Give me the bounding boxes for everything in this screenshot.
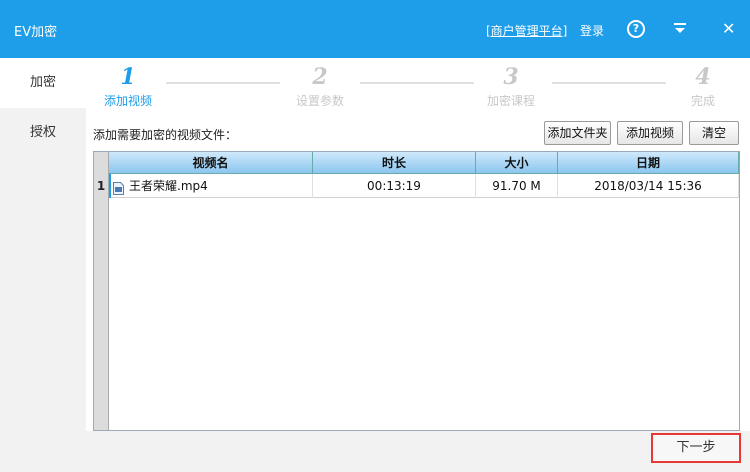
step-number: 3 (503, 64, 519, 90)
video-file-table[interactable]: 视频名 时长 大小 日期 1 王者荣耀.mp4 00:13:19 91.70 M… (93, 151, 740, 431)
step-3: 3 加密课程 (471, 64, 551, 109)
title-bar: EV加密 [商户管理平台] 登录 ? ✕ (0, 0, 750, 58)
clear-button[interactable]: 清空 (689, 121, 739, 145)
step-number: 4 (695, 64, 711, 90)
add-video-button[interactable]: 添加视频 (617, 121, 683, 145)
sidebar-tab-encrypt[interactable]: 加密 (0, 58, 86, 108)
login-link[interactable]: 登录 (580, 22, 604, 39)
close-icon[interactable]: ✕ (722, 19, 735, 38)
next-step-button[interactable]: 下一步 (651, 433, 741, 463)
step-number: 2 (312, 64, 328, 90)
dropdown-menu-icon[interactable] (674, 21, 686, 35)
step-connector (360, 82, 474, 84)
step-label: 完成 (690, 94, 715, 108)
row-number: 1 (94, 174, 109, 198)
step-number: 1 (120, 64, 136, 90)
table-header: 视频名 时长 大小 日期 (109, 152, 739, 174)
app-title: EV加密 (14, 25, 58, 40)
table-row[interactable]: 1 王者荣耀.mp4 00:13:19 91.70 M 2018/03/14 1… (94, 174, 739, 198)
merchant-platform-link[interactable]: [商户管理平台] (486, 22, 567, 39)
step-4: 4 完成 (663, 64, 743, 109)
column-header-date[interactable]: 日期 (558, 152, 739, 174)
step-progress: 1 添加视频 2 设置参数 3 加密课程 4 完成 (86, 58, 750, 116)
step-label: 加密课程 (486, 94, 535, 108)
step-1: 1 添加视频 (88, 64, 168, 109)
add-folder-button[interactable]: 添加文件夹 (544, 121, 611, 145)
step-2: 2 设置参数 (280, 64, 360, 109)
help-icon[interactable]: ? (627, 20, 645, 38)
sidebar: 加密 授权 (0, 58, 86, 472)
step-connector (552, 82, 666, 84)
cell-date: 2018/03/14 15:36 (558, 174, 739, 198)
cell-video-name[interactable]: 王者荣耀.mp4 (109, 174, 313, 198)
sidebar-tab-authorize[interactable]: 授权 (0, 108, 86, 158)
step-label: 设置参数 (295, 94, 344, 108)
step-connector (166, 82, 280, 84)
cell-duration: 00:13:19 (313, 174, 476, 198)
toolbar-label: 添加需要加密的视频文件： (93, 128, 238, 142)
column-header-duration[interactable]: 时长 (313, 152, 476, 174)
column-header-name[interactable]: 视频名 (109, 152, 313, 174)
column-header-size[interactable]: 大小 (476, 152, 558, 174)
video-file-icon (113, 179, 124, 195)
step-label: 添加视频 (103, 94, 152, 108)
cell-size: 91.70 M (476, 174, 558, 198)
file-name: 王者荣耀.mp4 (129, 179, 208, 193)
